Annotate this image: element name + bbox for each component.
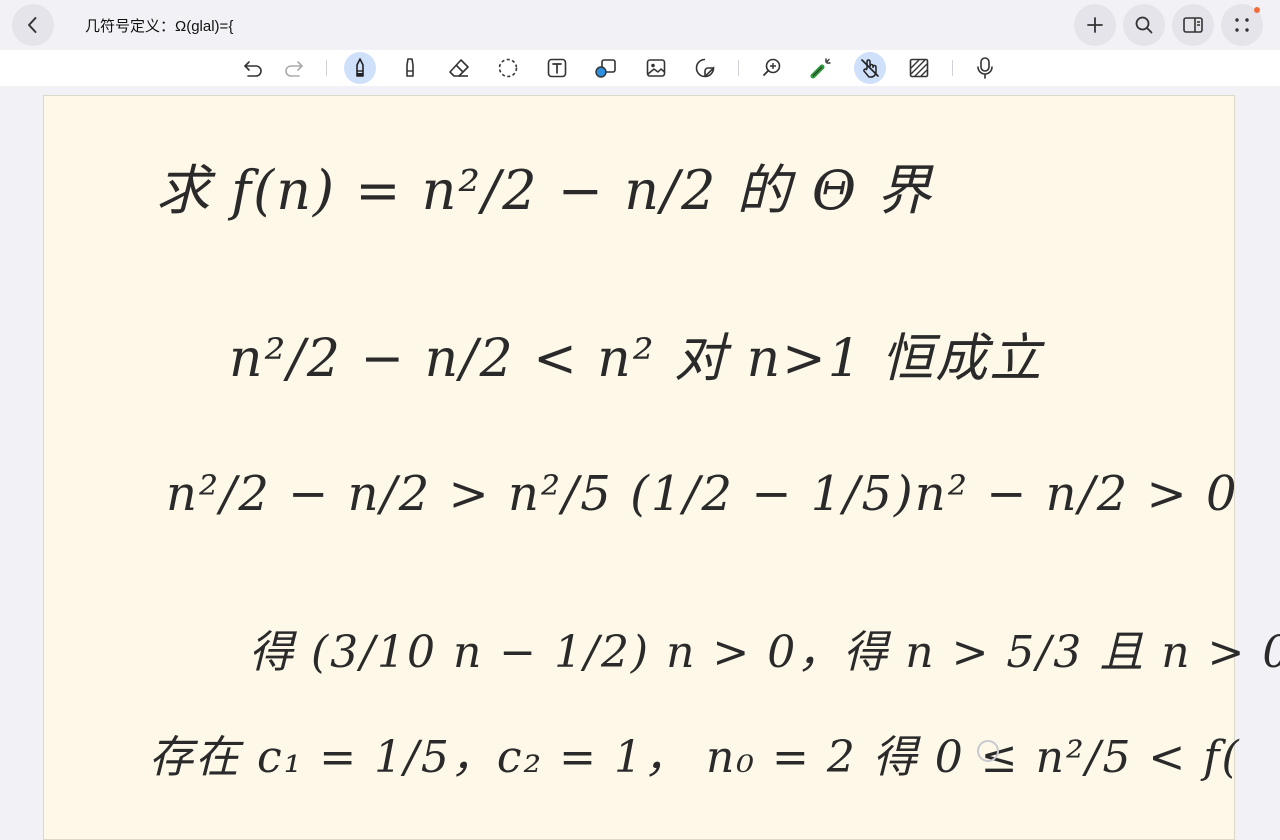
pen-icon [356,58,364,77]
chevron-left-icon [28,17,37,33]
redo-button[interactable] [278,52,310,84]
notification-dot [1254,7,1260,13]
touch-draw-icon [861,59,879,78]
redo-icon [285,61,303,77]
pen-tool[interactable] [344,52,376,84]
highlighter-tool[interactable] [394,52,426,84]
sidebar-icon [1183,17,1203,33]
search-button[interactable] [1123,4,1165,46]
shapes-tool[interactable] [590,52,622,84]
zoom-icon [763,58,781,76]
toolbar-divider [326,60,327,76]
drawing-toolbar [0,50,1280,86]
more-button[interactable] [1221,4,1263,46]
text-icon [547,58,567,78]
undo-button[interactable] [237,52,269,84]
sticker-icon [695,58,715,78]
image-tool[interactable] [640,52,672,84]
lasso-icon [498,58,518,78]
handwriting-line: 存在 c₁ = 1/5，c₂ = 1， n₀ = 2 得 0 ≤ n²/5 < … [149,732,1241,783]
highlighter-icon [406,58,414,77]
handwriting-line: n²/2 − n/2 > n²/5 (1/2 − 1/5)n² − n/2 > … [166,466,1239,522]
text-tool[interactable] [541,52,573,84]
touch-draw-toggle[interactable] [854,52,886,84]
eraser-icon [449,59,469,77]
handwriting-line: 求 f(n) = n²/2 − n/2 的 Θ 界 [156,159,934,222]
search-icon [1135,16,1153,34]
toolbar-divider [952,60,953,76]
lasso-tool[interactable] [492,52,524,84]
plus-icon [1087,17,1103,33]
undo-icon [244,61,262,77]
pattern-tool[interactable] [903,52,935,84]
zoom-tool[interactable] [756,52,788,84]
handwriting-line: n²/2 − n/2 < n² 对 n>1 恒成立 [229,329,1044,389]
handwriting-line: 得 (3/10 n − 1/2) n > 0，得 n > 5/3 且 n > 0… [249,627,1280,678]
pattern-icon [909,58,929,78]
note-page[interactable]: 求 f(n) = n²/2 − n/2 的 Θ 界 n²/2 − n/2 < n… [43,95,1280,840]
image-icon [646,59,666,77]
microphone-icon [977,57,993,79]
eraser-tool[interactable] [443,52,475,84]
sidebar-toggle-button[interactable] [1172,4,1214,46]
more-dots-icon [1235,18,1249,32]
document-title[interactable]: 几符号定义：Ω(glal)={ [85,15,233,36]
microphone-button[interactable] [969,52,1001,84]
back-button[interactable] [12,4,54,46]
shapes-icon [595,59,616,78]
add-button[interactable] [1074,4,1116,46]
sticker-tool[interactable] [689,52,721,84]
top-bar: 几符号定义：Ω(glal)={ [0,0,1280,50]
laser-pointer-icon [810,58,831,79]
pen-cursor [977,740,999,762]
laser-pointer-tool[interactable] [805,52,837,84]
toolbar-divider [738,60,739,76]
